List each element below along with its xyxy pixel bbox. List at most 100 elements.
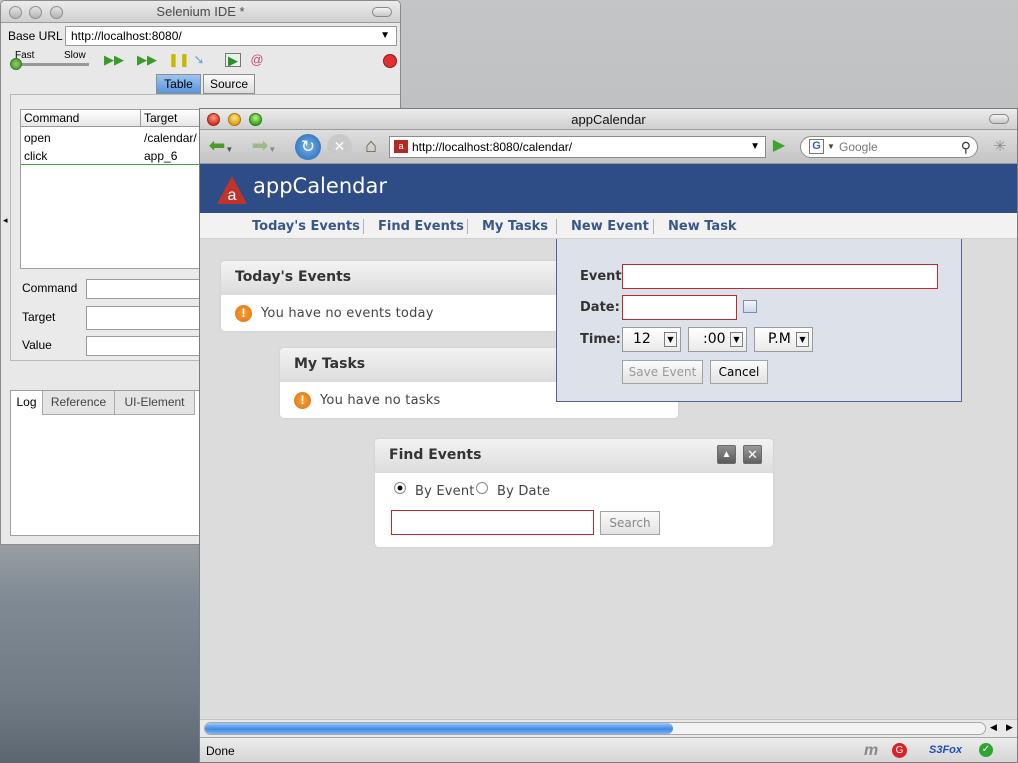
tab-ui-element[interactable]: UI-Element <box>115 391 195 415</box>
tab-source[interactable]: Source <box>203 74 255 94</box>
browser-window: appCalendar ⬅▼ ➡▼ ↻ ✕ ⌂ a http://localho… <box>199 108 1018 763</box>
horizontal-scrollbar[interactable]: ◀ ▶ <box>200 719 1017 737</box>
play-all-icon[interactable]: ▶▶ <box>104 53 124 67</box>
search-input[interactable]: G ▼ Google ⚲ <box>800 136 978 158</box>
hour-value: 12 <box>633 331 651 347</box>
status-ok-icon[interactable]: ✓ <box>979 743 993 757</box>
nav-find-events[interactable]: Find Events <box>378 219 464 234</box>
step-icon[interactable]: ➘ <box>191 53 207 67</box>
minute-select[interactable]: :00 ▼ <box>688 327 747 352</box>
s3fox-label[interactable]: S3Fox <box>929 744 962 756</box>
tab-log[interactable]: Log <box>11 391 43 415</box>
search-icon[interactable]: ⚲ <box>961 137 971 157</box>
row-target: app_6 <box>144 149 178 163</box>
row-target: /calendar/ <box>144 131 197 145</box>
base-url-label: Base URL <box>8 29 63 43</box>
loading-spinner-icon: ✳ <box>993 138 1007 155</box>
chevron-down-icon[interactable]: ▼ <box>750 137 760 157</box>
forward-icon[interactable]: ➡▼ <box>247 134 281 162</box>
google-engine-icon[interactable]: G <box>809 139 824 154</box>
cancel-button[interactable]: Cancel <box>710 360 768 384</box>
target-label: Target <box>22 310 56 324</box>
reload-icon[interactable]: ↻ <box>295 134 321 160</box>
base-url-input[interactable]: http://localhost:8080/ ▼ <box>65 26 397 46</box>
event-name-input[interactable] <box>622 264 938 289</box>
nav-new-task[interactable]: New Task <box>668 219 737 234</box>
find-events-input[interactable] <box>391 510 594 535</box>
test-runner-icon[interactable]: ▶ <box>225 53 241 68</box>
hour-select[interactable]: 12 ▼ <box>622 327 681 352</box>
by-date-radio[interactable] <box>476 482 488 494</box>
selenium-titlebar: Selenium IDE * <box>1 1 400 23</box>
column-header-command[interactable]: Command <box>21 110 141 127</box>
collapse-panel-icon[interactable]: ▲ <box>717 445 736 464</box>
progress-fill <box>205 723 673 734</box>
by-event-label: By Event <box>415 484 475 499</box>
status-bar: Done m G S3Fox ✓ <box>200 737 1017 762</box>
speed-slider-handle[interactable] <box>10 58 22 70</box>
speed-slider-track[interactable] <box>11 63 89 66</box>
command-label: Command <box>22 281 78 295</box>
nav-new-event[interactable]: New Event <box>571 219 649 234</box>
chevron-down-icon[interactable]: ▼ <box>827 137 835 157</box>
back-icon[interactable]: ⬅▼ <box>204 134 238 162</box>
minimize-window-button[interactable] <box>29 6 42 19</box>
row-command: click <box>24 149 48 163</box>
rollup-icon[interactable]: @ <box>249 53 265 67</box>
pause-icon[interactable]: ❚❚ <box>168 53 190 67</box>
play-current-icon[interactable]: ▶▶ <box>137 53 157 67</box>
scroll-left-icon[interactable]: ◀ <box>990 722 997 733</box>
close-window-button[interactable] <box>9 6 22 19</box>
url-text: http://localhost:8080/calendar/ <box>412 140 573 154</box>
extension-m-icon[interactable]: m <box>864 742 878 760</box>
app-logo-icon: a <box>217 176 247 204</box>
nav-separator <box>467 219 468 234</box>
by-event-radio[interactable] <box>394 482 406 494</box>
base-url-value: http://localhost:8080/ <box>71 29 182 43</box>
by-date-label: By Date <box>497 484 551 499</box>
date-label: Date: <box>580 300 620 315</box>
speed-slow-label: Slow <box>64 50 86 61</box>
page-load-progress <box>204 722 986 735</box>
value-label: Value <box>22 338 52 352</box>
tab-reference[interactable]: Reference <box>43 391 115 415</box>
save-event-button[interactable]: Save Event <box>622 360 703 384</box>
no-events-message: You have no events today <box>261 306 434 321</box>
ampm-select[interactable]: P.M ▼ <box>754 327 813 352</box>
stop-icon[interactable]: ✕ <box>327 134 352 159</box>
extension-g-icon[interactable]: G <box>892 743 907 758</box>
navigation-toolbar: ⬅▼ ➡▼ ↻ ✕ ⌂ a http://localhost:8080/cale… <box>200 130 1017 164</box>
tab-table[interactable]: Table <box>156 74 201 94</box>
search-button[interactable]: Search <box>600 511 660 535</box>
url-input[interactable]: a http://localhost:8080/calendar/ ▼ <box>389 136 766 158</box>
toolbar-toggle-button[interactable] <box>372 7 392 17</box>
chevron-down-icon: ▼ <box>664 332 677 347</box>
no-tasks-message: You have no tasks <box>320 393 441 408</box>
new-event-form: Event: Date: Time: 12 ▼ :00 ▼ P.M ▼ Save Ev… <box>556 239 962 402</box>
site-favicon-icon: a <box>394 140 408 153</box>
nav-separator <box>363 219 364 234</box>
scroll-right-icon[interactable]: ▶ <box>1006 722 1013 733</box>
chevron-down-icon: ▼ <box>796 332 809 347</box>
nav-separator <box>556 219 557 234</box>
toolbar-toggle-button[interactable] <box>989 114 1009 124</box>
go-icon[interactable]: ▶ <box>768 134 790 158</box>
minimize-window-button[interactable] <box>228 113 241 126</box>
nav-my-tasks[interactable]: My Tasks <box>482 219 548 234</box>
zoom-window-button[interactable] <box>249 113 262 126</box>
collapse-arrow-icon[interactable]: ◂ <box>3 215 8 226</box>
calendar-icon[interactable] <box>743 300 757 313</box>
app-title: appCalendar <box>253 174 387 198</box>
zoom-window-button[interactable] <box>50 6 63 19</box>
time-label: Time: <box>580 332 621 347</box>
record-button[interactable] <box>383 54 397 68</box>
chevron-down-icon[interactable]: ▼ <box>380 27 390 45</box>
date-input[interactable] <box>622 295 737 320</box>
home-icon[interactable]: ⌂ <box>358 134 384 158</box>
app-nav: Today's Events Find Events My Tasks New … <box>200 213 1017 239</box>
nav-todays-events[interactable]: Today's Events <box>252 219 360 234</box>
close-window-button[interactable] <box>207 113 220 126</box>
close-panel-icon[interactable]: ✕ <box>743 445 762 464</box>
status-text: Done <box>206 744 235 758</box>
app-header: a appCalendar <box>200 164 1017 213</box>
